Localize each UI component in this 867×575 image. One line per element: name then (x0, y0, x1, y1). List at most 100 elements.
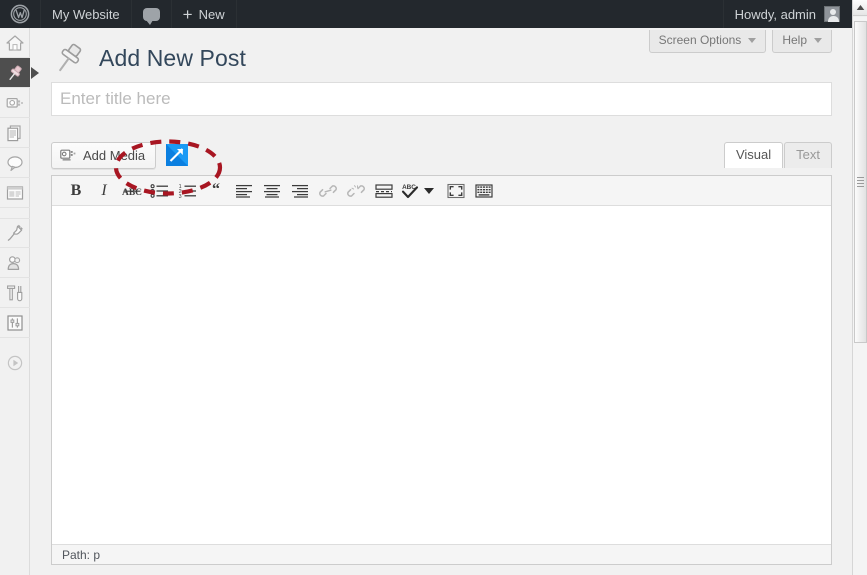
admin-sidebar-menu (0, 28, 39, 575)
blockquote-icon: “ (212, 183, 220, 198)
tools-icon (7, 284, 23, 301)
svg-text:3: 3 (179, 194, 182, 199)
blockquote-button[interactable]: “ (202, 179, 230, 203)
wordpress-admin-screen: My Website + New Howdy, admin Screen Opt… (0, 0, 867, 575)
align-center-icon (264, 184, 280, 198)
bulleted-list-icon (150, 183, 168, 198)
screen-meta-links: Screen Options Help (648, 30, 832, 53)
insert-media-icon (60, 149, 76, 161)
sidebar-item-collapse-menu[interactable] (0, 348, 30, 378)
italic-icon: I (101, 181, 107, 199)
tab-text-label: Text (796, 147, 820, 162)
tab-text[interactable]: Text (784, 142, 832, 168)
post-title-input[interactable] (51, 82, 832, 116)
adminbar-comments[interactable] (132, 0, 172, 28)
screen-options-label: Screen Options (658, 33, 742, 47)
unlink-icon (347, 184, 365, 197)
sidebar-item-users[interactable] (0, 248, 30, 278)
tab-visual[interactable]: Visual (723, 142, 784, 168)
align-right-icon (292, 184, 308, 198)
scrollbar-thumb[interactable] (854, 21, 867, 343)
editor-content-area[interactable] (52, 206, 831, 544)
post-editor: B I ABC 1 2 3 “ ABC Path: p (51, 175, 832, 565)
add-media-label: Add Media (83, 147, 146, 163)
align-center-button[interactable] (258, 179, 286, 203)
pages-icon (7, 124, 21, 141)
numbered-list-icon: 123 (179, 184, 196, 199)
chevron-down-icon (748, 38, 757, 43)
sidebar-item-settings[interactable] (0, 308, 30, 338)
bulleted-list-button[interactable] (146, 179, 174, 203)
blue-arrow-icon[interactable] (166, 144, 189, 166)
home-icon (6, 34, 24, 51)
collapse-arrow-icon (7, 355, 23, 371)
spellcheck-dropdown-arrow-icon[interactable] (424, 187, 434, 194)
adminbar-my-account[interactable]: Howdy, admin (722, 0, 852, 28)
sidebar-item-pages[interactable] (0, 118, 30, 148)
kitchen-sink-icon (475, 183, 493, 198)
adminbar-site-name[interactable]: My Website (41, 0, 132, 28)
screen-options-button[interactable]: Screen Options (648, 30, 767, 53)
svg-text:ABC: ABC (122, 188, 142, 198)
editor-status-bar: Path: p (52, 544, 831, 564)
page-scrollbar[interactable] (852, 0, 867, 575)
align-left-button[interactable] (230, 179, 258, 203)
settings-icon (7, 314, 23, 331)
user-avatar-icon (824, 6, 840, 22)
admin-content-area: Screen Options Help Add New Post Enter t… (31, 28, 852, 575)
scroll-up-button[interactable] (853, 0, 867, 16)
kitchen-sink-button[interactable] (470, 179, 498, 203)
insert-more-tag-button[interactable] (370, 179, 398, 203)
scrollbar-grip-icon (857, 175, 864, 189)
sidebar-item-comments[interactable] (0, 148, 30, 178)
sidebar-item-plugins[interactable] (0, 218, 30, 248)
add-media-button[interactable]: Add Media (51, 141, 157, 169)
numbered-list-button[interactable]: 123 (174, 179, 202, 203)
adminbar-site-name-label: My Website (52, 6, 120, 22)
camera-icon (6, 97, 23, 108)
path-value[interactable]: p (93, 548, 100, 562)
help-label: Help (782, 33, 807, 47)
comment-bubble-icon (7, 155, 23, 171)
bold-icon: B (70, 181, 82, 199)
remove-link-button[interactable] (342, 179, 370, 203)
adminbar-wordpress-logo[interactable] (0, 0, 41, 28)
sidebar-gap-1 (0, 208, 29, 218)
users-icon (7, 255, 21, 270)
sidebar-item-appearance[interactable] (0, 178, 30, 208)
sidebar-item-tools[interactable] (0, 278, 30, 308)
media-buttons-row: Add Media Visual Text (51, 140, 832, 170)
pin-icon (59, 43, 82, 71)
plug-icon (7, 224, 23, 241)
plus-icon: + (182, 4, 193, 24)
strikethrough-button[interactable]: ABC (118, 179, 146, 203)
wordpress-logo-icon (10, 4, 30, 24)
spellcheck-icon: ABC (401, 184, 419, 199)
bold-button[interactable]: B (62, 179, 90, 203)
scroll-up-arrow-icon (856, 5, 864, 10)
spellcheck-button[interactable]: ABC (398, 179, 426, 203)
fullscreen-button[interactable] (442, 179, 470, 203)
align-right-button[interactable] (286, 179, 314, 203)
appearance-icon (6, 185, 24, 200)
adminbar-howdy-label: Howdy, admin (734, 6, 816, 22)
help-button[interactable]: Help (772, 30, 832, 53)
comment-bubble-icon (142, 7, 160, 25)
editor-mode-tabs: Visual Text (723, 140, 832, 168)
editor-toolbar: B I ABC 1 2 3 “ ABC (52, 176, 831, 206)
insert-link-button[interactable] (314, 179, 342, 203)
sidebar-item-posts[interactable] (0, 58, 39, 88)
adminbar-new-content[interactable]: + New (172, 0, 237, 28)
sidebar-item-media[interactable] (0, 88, 30, 118)
fullscreen-icon (447, 183, 465, 198)
adminbar-spacer (237, 0, 723, 28)
italic-button[interactable]: I (90, 179, 118, 203)
page-title: Add New Post (99, 45, 246, 71)
sidebar-gap-2 (0, 338, 29, 348)
sidebar-item-dashboard[interactable] (0, 28, 30, 58)
post-title-wrap (51, 82, 832, 116)
align-left-icon (236, 184, 252, 198)
admin-bar: My Website + New Howdy, admin (0, 0, 852, 28)
tab-visual-label: Visual (735, 147, 772, 162)
link-icon (319, 184, 337, 197)
